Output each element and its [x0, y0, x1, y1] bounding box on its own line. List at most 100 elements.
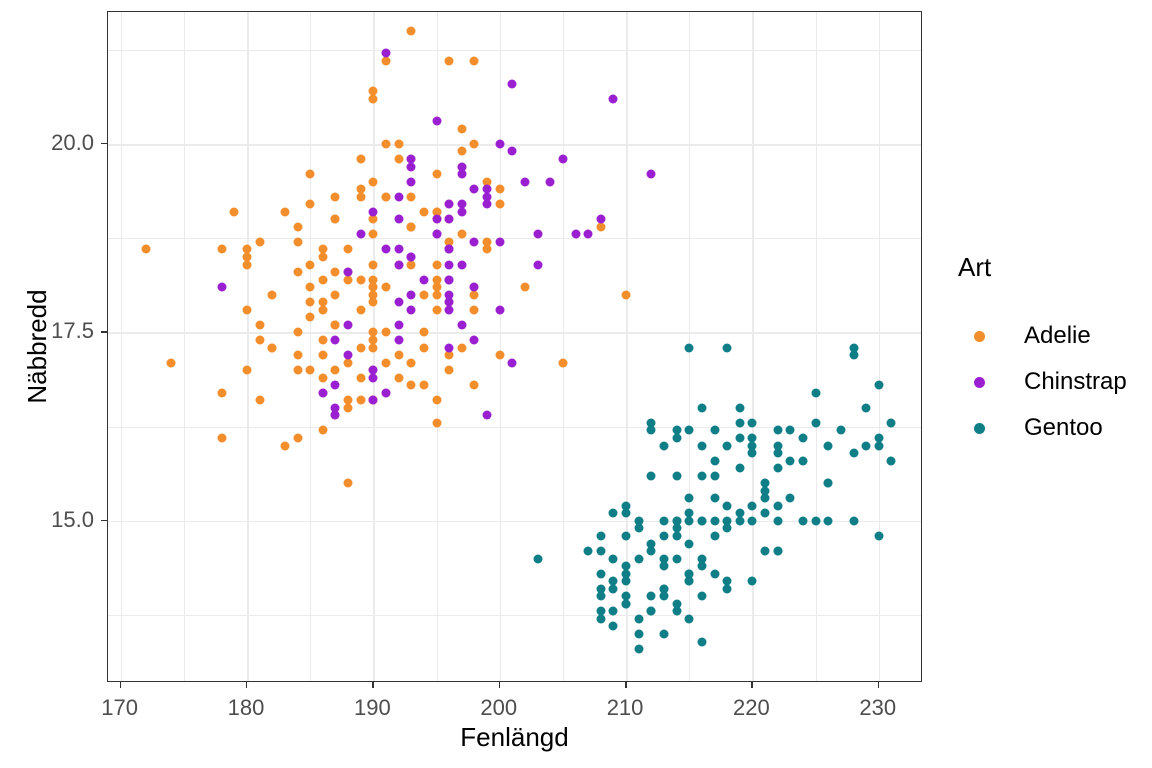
legend-item-chinstrap[interactable]: Chinstrap — [958, 359, 1127, 405]
data-point-gentoo — [747, 516, 757, 526]
data-point-gentoo — [861, 441, 871, 450]
data-point-adelie — [318, 252, 328, 262]
data-point-gentoo — [710, 456, 719, 466]
data-point-gentoo — [697, 516, 707, 526]
data-point-adelie — [419, 207, 429, 217]
data-point-chinstrap — [432, 229, 442, 239]
data-point-adelie — [356, 154, 366, 164]
data-point-chinstrap — [394, 320, 404, 330]
data-point-chinstrap — [444, 275, 454, 285]
x-axis-tick-mark — [751, 682, 753, 688]
data-point-gentoo — [646, 418, 656, 428]
data-point-chinstrap — [520, 177, 530, 187]
gridline-minor-vertical — [183, 12, 185, 681]
x-axis-tick-label: 200 — [480, 695, 518, 720]
data-point-adelie — [356, 275, 366, 285]
data-point-adelie — [406, 380, 416, 390]
data-point-chinstrap — [469, 335, 479, 345]
data-point-gentoo — [684, 343, 694, 352]
data-point-gentoo — [672, 516, 682, 526]
data-point-chinstrap — [343, 350, 353, 360]
data-point-chinstrap — [432, 214, 442, 224]
data-point-adelie — [217, 244, 227, 254]
data-point-gentoo — [735, 433, 745, 443]
data-point-chinstrap — [406, 162, 416, 172]
data-point-adelie — [229, 207, 239, 217]
data-point-adelie — [406, 358, 416, 368]
legend-item-adelie[interactable]: Adelie — [958, 313, 1127, 359]
y-axis-tick-label: 17.5 — [51, 318, 94, 344]
y-axis-title: Näbbredd — [22, 289, 52, 404]
x-axis-tick-mark — [625, 682, 627, 688]
data-point-chinstrap — [406, 305, 416, 315]
gridline-major-vertical — [878, 12, 881, 681]
data-point-adelie — [356, 373, 366, 383]
data-point-gentoo — [659, 531, 669, 541]
data-point-gentoo — [697, 561, 707, 571]
data-point-adelie — [318, 425, 328, 435]
data-point-chinstrap — [596, 214, 606, 224]
data-point-gentoo — [861, 403, 871, 413]
data-point-chinstrap — [394, 260, 404, 270]
data-point-gentoo — [747, 448, 757, 458]
data-point-adelie — [280, 441, 290, 450]
data-point-chinstrap — [406, 252, 416, 262]
legend-item-gentoo[interactable]: Gentoo — [958, 405, 1127, 451]
data-point-gentoo — [684, 516, 694, 526]
data-point-adelie — [267, 343, 277, 352]
data-point-gentoo — [849, 516, 858, 526]
data-point-chinstrap — [381, 388, 391, 398]
data-point-adelie — [432, 275, 442, 285]
data-point-chinstrap — [356, 229, 366, 239]
data-point-chinstrap — [444, 343, 454, 352]
data-point-gentoo — [621, 531, 631, 541]
data-point-gentoo — [697, 471, 707, 481]
data-point-gentoo — [710, 531, 719, 541]
gridline-minor-vertical — [815, 12, 817, 681]
data-point-chinstrap — [495, 237, 505, 247]
data-point-gentoo — [621, 508, 631, 518]
data-point-chinstrap — [406, 290, 416, 300]
data-point-chinstrap — [394, 297, 404, 307]
data-point-gentoo — [811, 418, 821, 428]
data-point-adelie — [432, 395, 442, 405]
y-axis-tick-label: 15.0 — [51, 506, 94, 532]
data-point-adelie — [242, 252, 252, 262]
data-point-gentoo — [608, 584, 618, 594]
data-point-gentoo — [785, 456, 795, 466]
scatter-plot-figure: 170 180 190 200 210 220 230 15.0 17.5 20.0 Fenlä… — [0, 0, 1152, 768]
gridline-major-horizontal — [108, 332, 921, 334]
legend: Art Adelie Chinstrap Gentoo — [958, 252, 1127, 451]
data-point-gentoo — [773, 448, 783, 458]
data-point-gentoo — [886, 456, 896, 466]
data-point-adelie — [368, 282, 378, 292]
data-point-gentoo — [646, 591, 656, 601]
legend-title: Art — [958, 252, 992, 282]
data-point-chinstrap — [545, 177, 555, 187]
legend-key-swatch-icon — [958, 422, 1000, 434]
data-point-gentoo — [747, 433, 757, 443]
data-point-gentoo — [672, 433, 682, 443]
data-point-adelie — [432, 169, 442, 179]
data-point-chinstrap — [381, 244, 391, 254]
data-point-chinstrap — [368, 207, 378, 217]
data-point-chinstrap — [394, 244, 404, 254]
data-point-adelie — [394, 139, 404, 149]
x-axis-tick-label: 170 — [101, 695, 138, 720]
data-point-gentoo — [659, 629, 669, 639]
gridline-minor-horizontal — [108, 49, 921, 51]
plot-panel — [107, 11, 922, 682]
x-axis-title: Fenlängd — [460, 722, 569, 752]
data-point-adelie — [255, 395, 265, 405]
data-point-adelie — [394, 350, 404, 360]
data-point-adelie — [368, 297, 378, 307]
data-point-adelie — [255, 237, 265, 247]
x-axis-tick-mark — [372, 682, 374, 688]
data-point-adelie — [482, 237, 492, 247]
data-point-adelie — [368, 229, 378, 239]
data-point-adelie — [381, 327, 391, 337]
data-point-chinstrap — [444, 214, 454, 224]
data-point-chinstrap — [330, 380, 340, 390]
data-point-gentoo — [747, 576, 757, 586]
data-point-adelie — [330, 320, 340, 330]
